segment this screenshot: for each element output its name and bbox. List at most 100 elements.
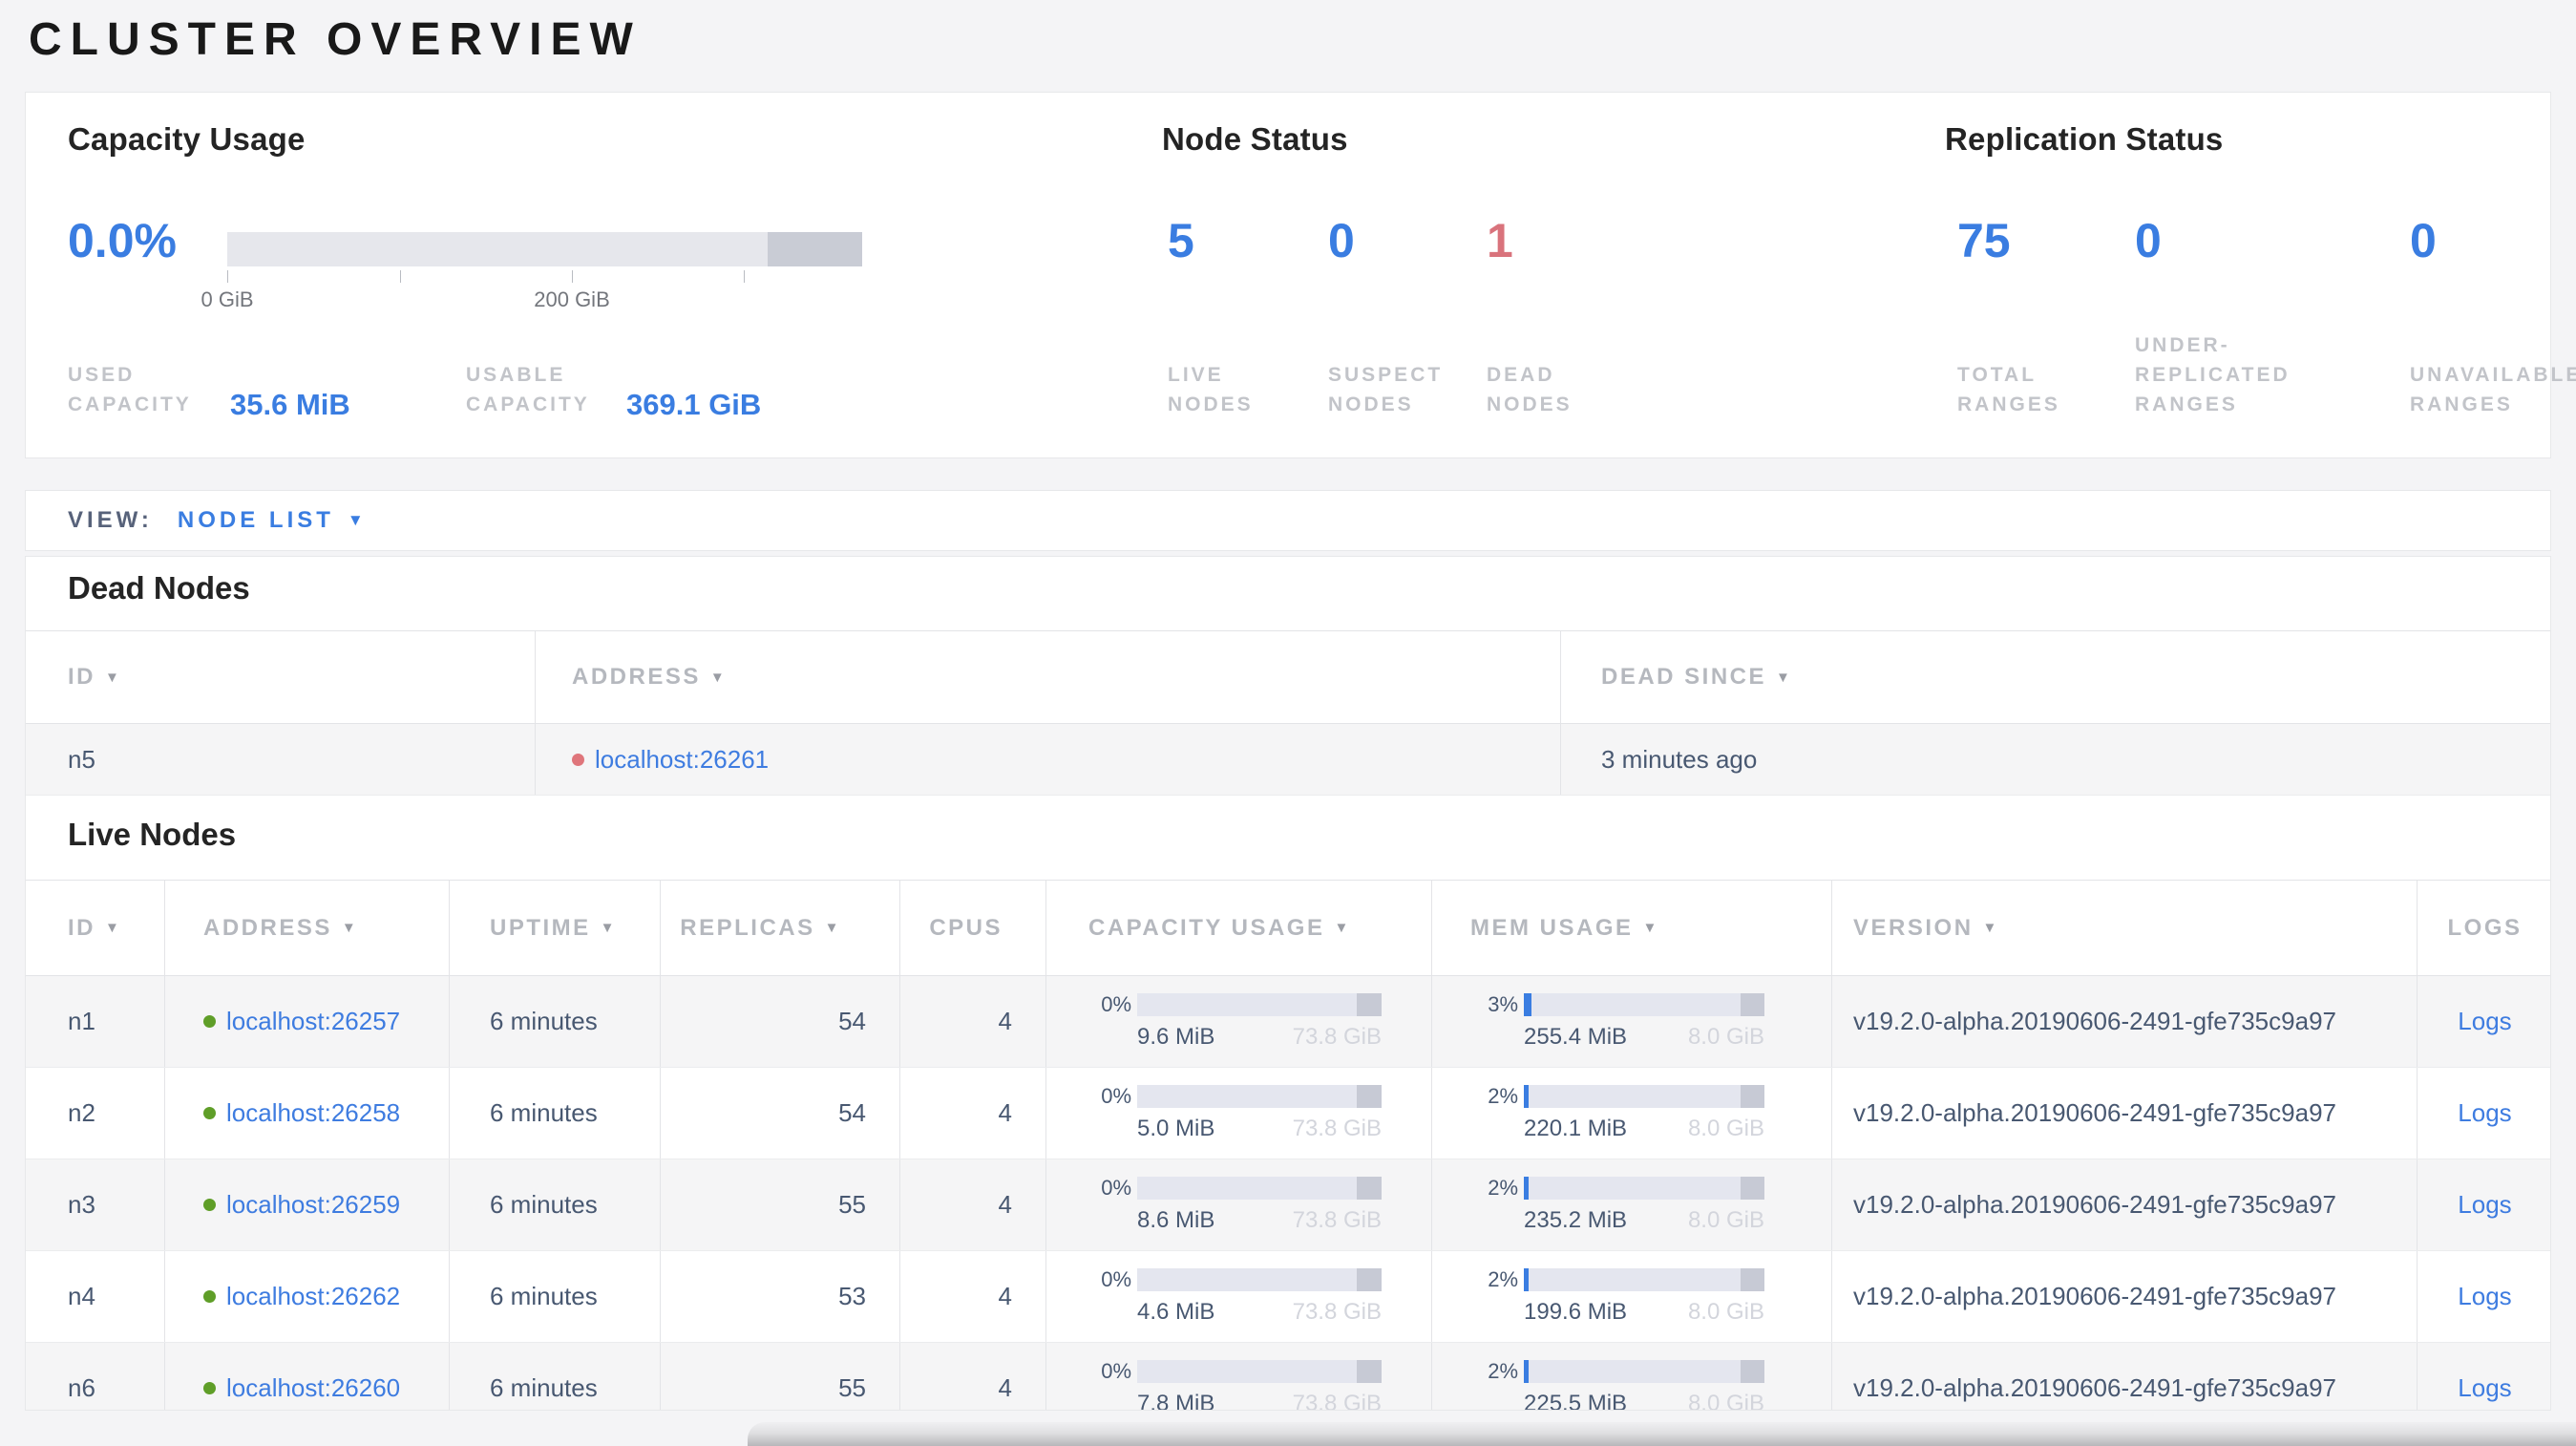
mem-total-value: 8.0 GiB	[1687, 1391, 1764, 1411]
unavailable-ranges-count: 0	[2410, 214, 2437, 267]
capacity-mini-bar	[1137, 993, 1382, 1016]
node-address-link[interactable]: localhost:26259	[226, 1190, 400, 1220]
node-address-cell: localhost:26260	[165, 1343, 450, 1410]
mem-used-value: 235.2 MiB	[1524, 1207, 1628, 1233]
capacity-used-value: 5.0 MiB	[1137, 1116, 1215, 1141]
capacity-usage-heading: Capacity Usage	[68, 121, 306, 157]
view-label: VIEW:	[68, 507, 153, 533]
node-version: v19.2.0-alpha.20190606-2491-gfe735c9a97	[1832, 1159, 2418, 1250]
live-nodes-table: ID ▼ ADDRESS ▼ UPTIME ▼ REPLICAS ▼ CPUS CAPA…	[26, 880, 2550, 1411]
column-header-id[interactable]: ID ▼	[26, 631, 536, 723]
live-node-row: n3 localhost:26259 6 minutes 55 4 0% 8.6…	[26, 1159, 2550, 1251]
under-replicated-label: UNDER-REPLICATED RANGES	[2135, 334, 2291, 415]
chevron-down-icon[interactable]: ▼	[348, 511, 364, 530]
mem-other-segment	[1740, 1268, 1764, 1291]
node-address-link[interactable]: localhost:26261	[595, 745, 769, 775]
mem-mini-bar	[1524, 1177, 1764, 1200]
mem-total-value: 8.0 GiB	[1687, 1207, 1764, 1233]
capacity-other-segment	[1357, 993, 1382, 1016]
node-version: v19.2.0-alpha.20190606-2491-gfe735c9a97	[1832, 1343, 2418, 1410]
page-title: CLUSTER OVERVIEW	[29, 14, 642, 65]
node-status-heading: Node Status	[1162, 121, 1348, 157]
live-nodes-count: 5	[1168, 214, 1194, 267]
node-address-cell: localhost:26261	[536, 724, 1561, 795]
capacity-used-value: 7.8 MiB	[1137, 1391, 1215, 1411]
view-selector-bar: VIEW: NODE LIST ▼	[25, 490, 2551, 551]
column-header-cpus[interactable]: CPUS	[900, 881, 1046, 975]
column-header-address[interactable]: ADDRESS ▼	[165, 881, 450, 975]
mem-used-fill	[1524, 1360, 1530, 1383]
dead-nodes-heading: Dead Nodes	[68, 570, 250, 606]
live-status-dot-icon	[203, 1290, 216, 1303]
capacity-percent: 0.0%	[68, 214, 177, 267]
sort-desc-icon: ▼	[709, 669, 728, 686]
node-replicas: 54	[661, 1068, 900, 1159]
node-capacity-usage-cell: 0% 9.6 MiB 73.8 GiB	[1046, 976, 1432, 1067]
logs-link[interactable]: Logs	[2458, 1098, 2511, 1128]
dead-nodes-table: ID ▼ ADDRESS ▼ DEAD SINCE ▼ n5 localhost:26…	[26, 630, 2550, 796]
node-address-link[interactable]: localhost:26257	[226, 1007, 400, 1036]
nodes-tables-card: Dead Nodes ID ▼ ADDRESS ▼ DEAD SINCE ▼ n5 l…	[25, 556, 2551, 1411]
usable-capacity-stat: USABLE CAPACITY 369.1 GiB	[466, 360, 761, 421]
node-address-link[interactable]: localhost:26262	[226, 1282, 400, 1311]
node-address-link[interactable]: localhost:26258	[226, 1098, 400, 1128]
node-uptime: 6 minutes	[450, 976, 661, 1067]
axis-tick-label: 0 GiB	[201, 287, 254, 311]
capacity-other-segment	[1357, 1360, 1382, 1383]
mem-used-value: 220.1 MiB	[1524, 1116, 1628, 1141]
capacity-other-segment	[1357, 1177, 1382, 1200]
node-uptime: 6 minutes	[450, 1068, 661, 1159]
logs-link[interactable]: Logs	[2458, 1373, 2511, 1403]
column-header-dead-since[interactable]: DEAD SINCE ▼	[1561, 631, 2550, 723]
used-capacity-stat: USED CAPACITY 35.6 MiB	[68, 360, 350, 421]
capacity-mini-bar	[1137, 1085, 1382, 1108]
capacity-percent-label: 0%	[1101, 992, 1131, 1016]
logs-link[interactable]: Logs	[2458, 1007, 2511, 1036]
node-cpus: 4	[900, 1343, 1046, 1410]
node-mem-usage-cell: 2% 235.2 MiB 8.0 GiB	[1432, 1159, 1832, 1250]
capacity-used-value: 9.6 MiB	[1137, 1024, 1215, 1050]
axis-tick	[400, 270, 401, 283]
mem-used-fill	[1524, 1268, 1530, 1291]
used-capacity-value: 35.6 MiB	[230, 388, 350, 421]
sort-desc-icon: ▼	[105, 920, 122, 936]
mem-mini-bar	[1524, 993, 1764, 1016]
column-header-mem-usage[interactable]: MEM USAGE ▼	[1432, 881, 1832, 975]
axis-tick-label: 200 GiB	[534, 287, 610, 311]
column-header-version[interactable]: VERSION ▼	[1832, 881, 2418, 975]
mem-mini-bar	[1524, 1360, 1764, 1383]
capacity-mini-bar	[1137, 1177, 1382, 1200]
node-id: n6	[26, 1343, 165, 1410]
live-node-row: n4 localhost:26262 6 minutes 53 4 0% 4.6…	[26, 1251, 2550, 1343]
axis-tick	[227, 270, 228, 283]
node-replicas: 55	[661, 1343, 900, 1410]
column-header-capacity-usage[interactable]: CAPACITY USAGE ▼	[1046, 881, 1432, 975]
mem-percent-label: 2%	[1488, 1267, 1518, 1291]
mem-percent-label: 2%	[1488, 1359, 1518, 1383]
dead-nodes-count: 1	[1487, 214, 1513, 267]
column-header-replicas[interactable]: REPLICAS ▼	[661, 881, 900, 975]
node-mem-usage-cell: 2% 199.6 MiB 8.0 GiB	[1432, 1251, 1832, 1342]
mem-percent-label: 2%	[1488, 1176, 1518, 1200]
mem-other-segment	[1740, 1360, 1764, 1383]
node-version: v19.2.0-alpha.20190606-2491-gfe735c9a97	[1832, 976, 2418, 1067]
column-header-id[interactable]: ID ▼	[26, 881, 165, 975]
column-header-uptime[interactable]: UPTIME ▼	[450, 881, 661, 975]
replication-status-heading: Replication Status	[1945, 121, 2224, 157]
view-dropdown[interactable]: NODE LIST	[178, 507, 334, 534]
node-logs-cell: Logs	[2418, 1159, 2550, 1250]
dead-node-row: n5 localhost:26261 3 minutes ago	[26, 724, 2550, 796]
capacity-used-value: 4.6 MiB	[1137, 1299, 1215, 1325]
capacity-percent-label: 0%	[1101, 1084, 1131, 1108]
logs-link[interactable]: Logs	[2458, 1190, 2511, 1220]
overview-summary-card: Capacity Usage 0.0% 0 GiB 200 GiB USED C…	[25, 92, 2576, 458]
column-header-address[interactable]: ADDRESS ▼	[536, 631, 1561, 723]
node-logs-cell: Logs	[2418, 1068, 2550, 1159]
node-id: n4	[26, 1251, 165, 1342]
node-address-link[interactable]: localhost:26260	[226, 1373, 400, 1403]
node-logs-cell: Logs	[2418, 1251, 2550, 1342]
live-status-dot-icon	[203, 1199, 216, 1211]
total-ranges-count: 75	[1957, 214, 2011, 267]
mem-mini-bar	[1524, 1268, 1764, 1291]
logs-link[interactable]: Logs	[2458, 1282, 2511, 1311]
